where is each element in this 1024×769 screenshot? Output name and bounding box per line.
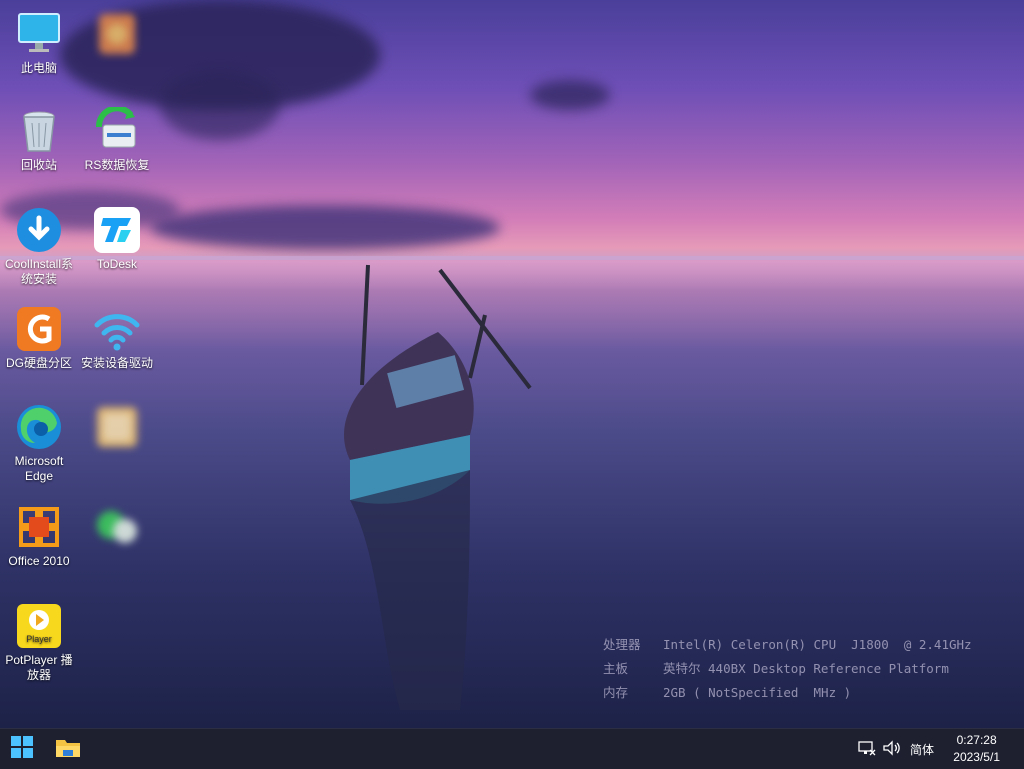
memory-value: 2GB ( NotSpecified MHz ) (663, 685, 852, 700)
office-icon (15, 503, 63, 551)
desktop-icon-label: Microsoft Edge (14, 454, 64, 483)
download-icon (15, 206, 63, 254)
network-tray-button[interactable] (858, 729, 876, 769)
desktop-icon-label: 回收站 (20, 158, 57, 172)
desktop-icon-coolinstall[interactable]: CoolInstall系统安装 (0, 206, 78, 287)
board-key: 主板 (603, 661, 629, 676)
blurred-app-icon (93, 10, 141, 58)
desktop-icon-label: DG硬盘分区 (5, 356, 72, 370)
blurred-app-icon (93, 403, 141, 451)
desktop-icon-diskgenius[interactable]: DG硬盘分区 (0, 305, 78, 371)
desktop-icon-label: RS数据恢复 (84, 158, 150, 172)
file-explorer-icon (55, 736, 81, 763)
ime-label: 简体 (910, 742, 935, 757)
desktop-icon-label: CoolInstall系统安装 (4, 257, 74, 286)
clock-date: 2023/5/1 (953, 750, 1000, 764)
windows-start-icon (11, 735, 33, 763)
taskbar-clock[interactable]: 0:27:28 2023/5/1 (953, 732, 1000, 766)
speaker-icon (882, 739, 902, 759)
desktop-icon-label: PotPlayer 播放器 (5, 653, 73, 682)
monitor-icon (15, 10, 63, 58)
volume-tray-button[interactable] (882, 729, 902, 769)
desktop-icon-label: 此电脑 (20, 61, 57, 75)
desktop-icon-rs-recovery[interactable]: RS数据恢复 (78, 105, 156, 173)
desktop-icon-label: Office 2010 (8, 554, 70, 568)
desktop-icon-label: ToDesk (96, 257, 137, 271)
svg-text:Player: Player (26, 634, 52, 644)
desktop-icon-office[interactable]: Office 2010 (0, 503, 78, 569)
desktop-icon-blurred[interactable] (78, 503, 156, 554)
cpu-value: Intel(R) Celeron(R) CPU J1800 @ 2.41GHz (663, 637, 972, 652)
todesk-icon (93, 206, 141, 254)
file-explorer-button[interactable] (52, 733, 84, 765)
desktop-icon-potplayer[interactable]: Player PotPlayer 播放器 (0, 602, 78, 683)
system-info-overlay: 处理器 Intel(R) Celeron(R) CPU J1800 @ 2.41G… (603, 633, 972, 705)
start-button[interactable] (6, 733, 38, 765)
desktop-icon-blurred[interactable] (78, 10, 156, 61)
desktop-icon-blurred[interactable] (78, 403, 156, 454)
boat-scene (343, 264, 532, 710)
diskgenius-icon (15, 305, 63, 353)
desktop-icon-this-pc[interactable]: 此电脑 (0, 10, 78, 76)
network-icon (858, 740, 876, 759)
blurred-app-icon (93, 503, 141, 551)
desktop-icon-driver-install[interactable]: 安装设备驱动 (78, 305, 156, 371)
desktop-icon-todesk[interactable]: ToDesk (78, 206, 156, 272)
clock-time: 0:27:28 (956, 733, 997, 747)
taskbar: 简体 0:27:28 2023/5/1 (0, 728, 1024, 769)
cpu-key: 处理器 (603, 637, 641, 652)
wifi-icon (93, 305, 141, 353)
recycle-bin-icon (15, 107, 63, 155)
potplayer-icon: Player (15, 602, 63, 650)
memory-key: 内存 (603, 685, 629, 700)
board-value: 英特尔 440BX Desktop Reference Platform (663, 661, 949, 676)
ime-indicator[interactable]: 简体 (910, 729, 934, 769)
desktop-icon-recycle-bin[interactable]: 回收站 (0, 107, 78, 173)
desktop-icon-label: 安装设备驱动 (80, 356, 153, 370)
desktop-icon-edge[interactable]: Microsoft Edge (0, 403, 78, 484)
edge-icon (15, 403, 63, 451)
data-recovery-icon (93, 105, 141, 155)
